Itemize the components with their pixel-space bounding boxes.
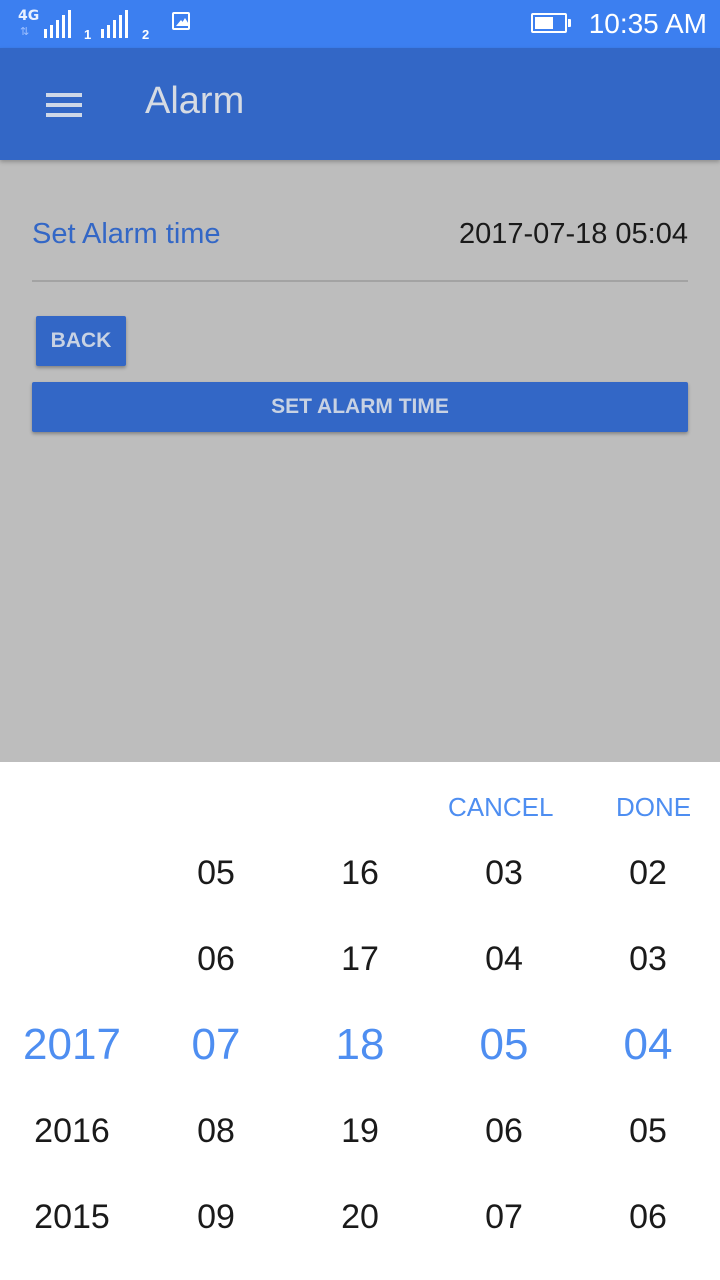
alarm-time-label: Set Alarm time (32, 218, 221, 250)
picker-cell: 03 (485, 854, 523, 892)
picker-cell: 09 (197, 1198, 235, 1236)
picker-column-day[interactable]: 16 17 18 19 20 (288, 830, 432, 1260)
picker-column-minute[interactable]: 02 03 04 05 06 (576, 830, 720, 1260)
picker-cell: 19 (341, 1112, 379, 1150)
picker-cell: 04 (485, 940, 523, 978)
divider (32, 280, 688, 282)
battery-level (535, 17, 553, 29)
picker-cell: 06 (485, 1112, 523, 1150)
battery-icon (531, 13, 571, 33)
signal-sim1-icon (44, 10, 71, 38)
picker-cell: 17 (341, 940, 379, 978)
picker-cell: 2016 (34, 1112, 110, 1150)
picker-cell-selected: 04 (623, 1020, 673, 1069)
picker-column-hour[interactable]: 03 04 05 06 07 (432, 830, 576, 1260)
picker-cell: 05 (629, 1112, 667, 1150)
picker-cell (0, 916, 144, 1002)
picker-cell-selected: 05 (479, 1020, 529, 1069)
data-arrows-icon: ⇅ (20, 26, 30, 38)
picker-column-month[interactable]: 05 06 07 08 09 (144, 830, 288, 1260)
image-notification-icon (172, 12, 190, 30)
picker-cell: 02 (629, 854, 667, 892)
sim2-label: 2 (142, 27, 150, 42)
sim1-label: 1 (84, 27, 92, 42)
picker-cell: 07 (485, 1198, 523, 1236)
picker-cell-selected: 07 (191, 1020, 241, 1069)
page-title: Alarm (145, 80, 245, 122)
hamburger-menu-icon[interactable] (46, 93, 82, 117)
alarm-time-value[interactable]: 2017-07-18 05:04 (459, 218, 688, 251)
set-alarm-time-button[interactable]: SET ALARM TIME (32, 382, 688, 432)
network-type-label: 4G (18, 8, 40, 24)
picker-cell-selected: 2017 (23, 1020, 121, 1069)
picker-cancel-button[interactable]: CANCEL (448, 792, 553, 823)
picker-cell-selected: 18 (335, 1020, 385, 1069)
picker-cell: 06 (629, 1198, 667, 1236)
signal-sim2-icon (101, 10, 128, 38)
app-bar: Alarm (0, 48, 720, 160)
picker-cell: 06 (197, 940, 235, 978)
picker-cell: 16 (341, 854, 379, 892)
status-bar: 4G ⇅ 1 2 10:35 AM (0, 0, 720, 48)
picker-cell (0, 830, 144, 916)
picker-cell: 05 (197, 854, 235, 892)
picker-column-year[interactable]: 2017 2016 2015 (0, 830, 144, 1260)
picker-cell: 2015 (34, 1198, 110, 1236)
picker-cell: 08 (197, 1112, 235, 1150)
picker-cell: 20 (341, 1198, 379, 1236)
datetime-picker-sheet: CANCEL DONE 2017 2016 2015 05 06 07 08 0… (0, 762, 720, 1280)
picker-done-button[interactable]: DONE (616, 792, 691, 823)
back-button[interactable]: BACK (36, 316, 126, 366)
status-time: 10:35 AM (588, 8, 707, 39)
picker-cell: 03 (629, 940, 667, 978)
